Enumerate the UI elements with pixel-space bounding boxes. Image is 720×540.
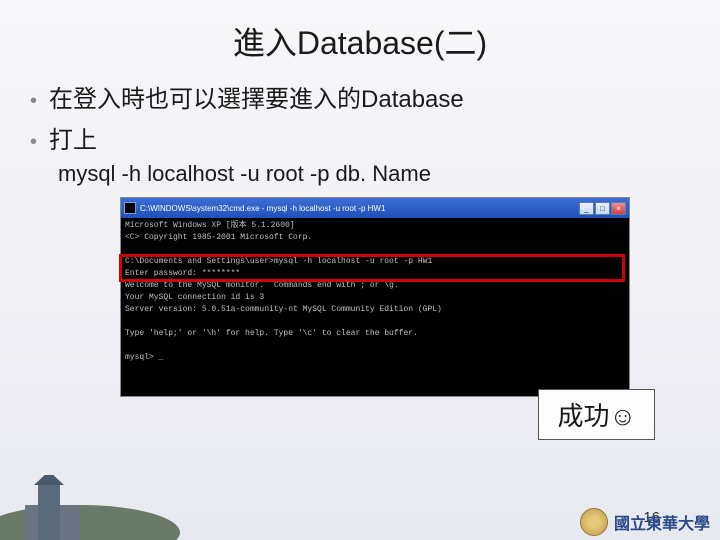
- cmd-line: Server version: 5.0.51a-community-nt MyS…: [125, 305, 442, 314]
- cmd-body: Microsoft Windows XP [版本 5.1.2600] <C> C…: [121, 218, 629, 396]
- cmd-title-text: C:\WINDOWS\system32\cmd.exe - mysql -h l…: [140, 204, 385, 213]
- cmd-line: Enter password: ********: [125, 269, 240, 278]
- bullet-dot-icon: •: [30, 131, 37, 154]
- bullet-item: • 打上: [30, 120, 690, 155]
- building-silhouette: [20, 475, 80, 540]
- minimize-button[interactable]: _: [579, 202, 594, 215]
- university-name: 國立東華大學: [614, 510, 710, 534]
- cmd-line: Microsoft Windows XP [版本 5.1.2600]: [125, 221, 295, 230]
- bullet-text: 打上: [49, 120, 97, 155]
- slide-title: 進入Database(二): [0, 0, 720, 79]
- bullet-item: • 在登入時也可以選擇要進入的Database: [30, 79, 690, 114]
- cmd-line: C:\Documents and Settings\user>mysql -h …: [125, 257, 432, 266]
- cmd-titlebar: C:\WINDOWS\system32\cmd.exe - mysql -h l…: [121, 198, 629, 218]
- success-callout: 成功☺: [538, 389, 655, 440]
- bullet-text: 在登入時也可以選擇要進入的Database: [49, 79, 464, 114]
- cmd-line: Your MySQL connection id is 3: [125, 293, 264, 302]
- cmd-window: C:\WINDOWS\system32\cmd.exe - mysql -h l…: [120, 197, 630, 397]
- cmd-line: mysql> _: [125, 353, 163, 362]
- cmd-line: <C> Copyright 1985-2001 Microsoft Corp.: [125, 233, 312, 242]
- cmd-app-icon: [124, 202, 136, 214]
- bullet-dot-icon: •: [30, 90, 37, 113]
- cmd-line: Type 'help;' or '\h' for help. Type '\c'…: [125, 329, 418, 338]
- university-badge: 國立東華大學: [580, 508, 710, 536]
- command-text: mysql -h localhost -u root -p db. Name: [58, 161, 690, 187]
- cmd-line: Welcome to the MySQL monitor. Commands e…: [125, 281, 399, 290]
- content-area: • 在登入時也可以選擇要進入的Database • 打上 mysql -h lo…: [0, 79, 720, 397]
- close-button[interactable]: ×: [611, 202, 626, 215]
- footer-decoration: 國立東華大學: [0, 475, 720, 540]
- university-logo-icon: [580, 508, 608, 536]
- maximize-button[interactable]: □: [595, 202, 610, 215]
